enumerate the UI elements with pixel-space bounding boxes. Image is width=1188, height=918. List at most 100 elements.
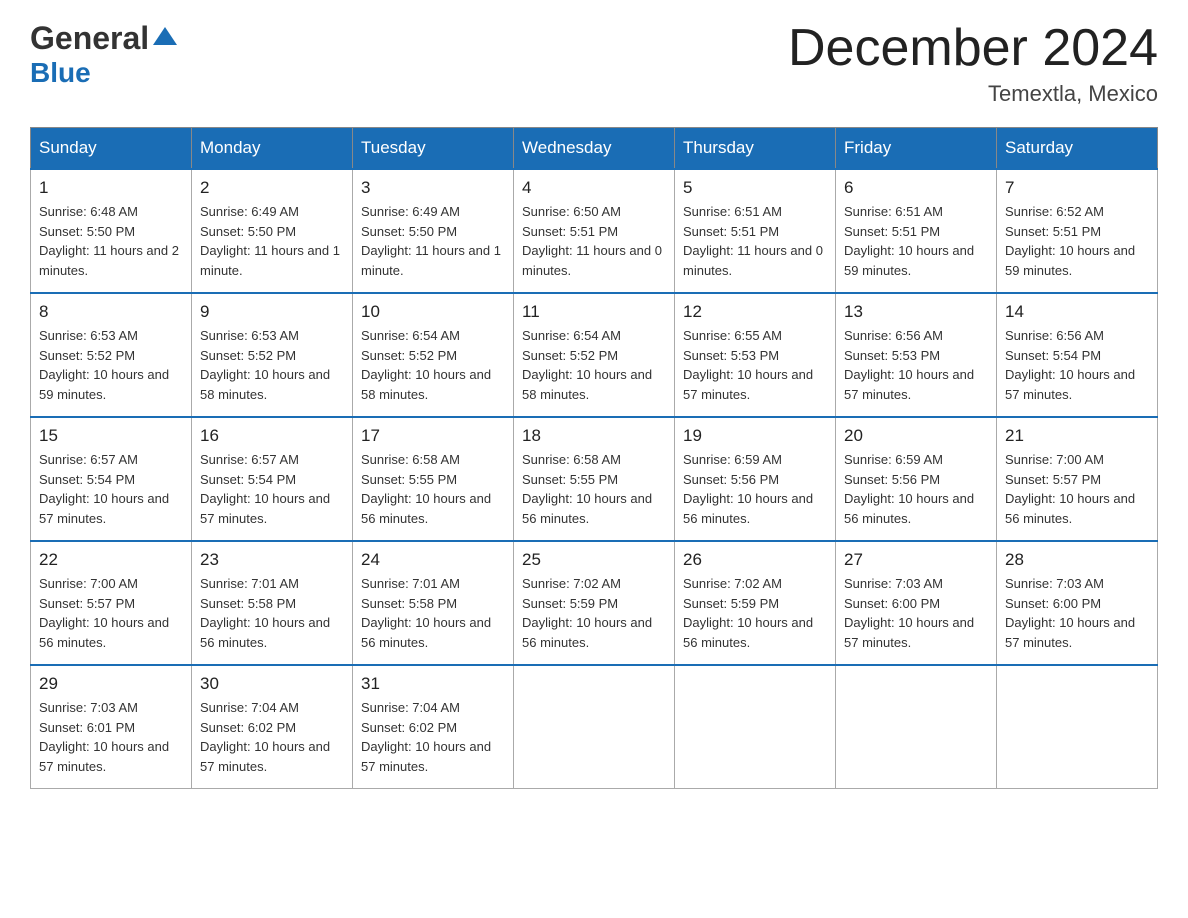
day-info: Sunrise: 6:51 AMSunset: 5:51 PMDaylight:…	[844, 202, 988, 280]
day-info: Sunrise: 6:54 AMSunset: 5:52 PMDaylight:…	[361, 326, 505, 404]
week-row-2: 8 Sunrise: 6:53 AMSunset: 5:52 PMDayligh…	[31, 293, 1158, 417]
calendar-cell: 23 Sunrise: 7:01 AMSunset: 5:58 PMDaylig…	[192, 541, 353, 665]
weekday-header-friday: Friday	[836, 128, 997, 170]
day-number: 11	[522, 302, 666, 322]
calendar-cell: 29 Sunrise: 7:03 AMSunset: 6:01 PMDaylig…	[31, 665, 192, 789]
day-number: 9	[200, 302, 344, 322]
calendar-cell: 16 Sunrise: 6:57 AMSunset: 5:54 PMDaylig…	[192, 417, 353, 541]
calendar-cell: 21 Sunrise: 7:00 AMSunset: 5:57 PMDaylig…	[997, 417, 1158, 541]
day-info: Sunrise: 6:53 AMSunset: 5:52 PMDaylight:…	[39, 326, 183, 404]
calendar-cell: 14 Sunrise: 6:56 AMSunset: 5:54 PMDaylig…	[997, 293, 1158, 417]
calendar-cell: 13 Sunrise: 6:56 AMSunset: 5:53 PMDaylig…	[836, 293, 997, 417]
day-number: 10	[361, 302, 505, 322]
calendar-cell	[675, 665, 836, 789]
calendar-cell: 1 Sunrise: 6:48 AMSunset: 5:50 PMDayligh…	[31, 169, 192, 293]
day-number: 21	[1005, 426, 1149, 446]
calendar-cell: 9 Sunrise: 6:53 AMSunset: 5:52 PMDayligh…	[192, 293, 353, 417]
weekday-header-sunday: Sunday	[31, 128, 192, 170]
calendar-cell: 27 Sunrise: 7:03 AMSunset: 6:00 PMDaylig…	[836, 541, 997, 665]
day-number: 20	[844, 426, 988, 446]
day-info: Sunrise: 7:03 AMSunset: 6:00 PMDaylight:…	[844, 574, 988, 652]
weekday-header-thursday: Thursday	[675, 128, 836, 170]
calendar-table: SundayMondayTuesdayWednesdayThursdayFrid…	[30, 127, 1158, 789]
day-info: Sunrise: 7:02 AMSunset: 5:59 PMDaylight:…	[522, 574, 666, 652]
day-info: Sunrise: 7:01 AMSunset: 5:58 PMDaylight:…	[200, 574, 344, 652]
day-number: 7	[1005, 178, 1149, 198]
day-number: 16	[200, 426, 344, 446]
day-number: 31	[361, 674, 505, 694]
day-info: Sunrise: 7:03 AMSunset: 6:00 PMDaylight:…	[1005, 574, 1149, 652]
day-info: Sunrise: 7:02 AMSunset: 5:59 PMDaylight:…	[683, 574, 827, 652]
calendar-cell: 6 Sunrise: 6:51 AMSunset: 5:51 PMDayligh…	[836, 169, 997, 293]
calendar-cell: 25 Sunrise: 7:02 AMSunset: 5:59 PMDaylig…	[514, 541, 675, 665]
calendar-cell: 26 Sunrise: 7:02 AMSunset: 5:59 PMDaylig…	[675, 541, 836, 665]
calendar-cell: 8 Sunrise: 6:53 AMSunset: 5:52 PMDayligh…	[31, 293, 192, 417]
calendar-cell: 22 Sunrise: 7:00 AMSunset: 5:57 PMDaylig…	[31, 541, 192, 665]
day-number: 30	[200, 674, 344, 694]
day-info: Sunrise: 7:01 AMSunset: 5:58 PMDaylight:…	[361, 574, 505, 652]
day-info: Sunrise: 6:58 AMSunset: 5:55 PMDaylight:…	[361, 450, 505, 528]
logo: General Blue	[30, 20, 179, 89]
day-info: Sunrise: 6:48 AMSunset: 5:50 PMDaylight:…	[39, 202, 183, 280]
calendar-cell: 4 Sunrise: 6:50 AMSunset: 5:51 PMDayligh…	[514, 169, 675, 293]
day-number: 5	[683, 178, 827, 198]
day-info: Sunrise: 7:04 AMSunset: 6:02 PMDaylight:…	[361, 698, 505, 776]
day-info: Sunrise: 6:56 AMSunset: 5:53 PMDaylight:…	[844, 326, 988, 404]
day-number: 12	[683, 302, 827, 322]
day-info: Sunrise: 7:03 AMSunset: 6:01 PMDaylight:…	[39, 698, 183, 776]
title-section: December 2024 Temextla, Mexico	[788, 20, 1158, 107]
calendar-cell: 10 Sunrise: 6:54 AMSunset: 5:52 PMDaylig…	[353, 293, 514, 417]
day-number: 26	[683, 550, 827, 570]
day-info: Sunrise: 6:53 AMSunset: 5:52 PMDaylight:…	[200, 326, 344, 404]
calendar-cell: 30 Sunrise: 7:04 AMSunset: 6:02 PMDaylig…	[192, 665, 353, 789]
day-number: 27	[844, 550, 988, 570]
week-row-1: 1 Sunrise: 6:48 AMSunset: 5:50 PMDayligh…	[31, 169, 1158, 293]
weekday-header-tuesday: Tuesday	[353, 128, 514, 170]
day-number: 25	[522, 550, 666, 570]
calendar-cell: 2 Sunrise: 6:49 AMSunset: 5:50 PMDayligh…	[192, 169, 353, 293]
calendar-cell: 20 Sunrise: 6:59 AMSunset: 5:56 PMDaylig…	[836, 417, 997, 541]
weekday-header-wednesday: Wednesday	[514, 128, 675, 170]
day-info: Sunrise: 6:52 AMSunset: 5:51 PMDaylight:…	[1005, 202, 1149, 280]
week-row-4: 22 Sunrise: 7:00 AMSunset: 5:57 PMDaylig…	[31, 541, 1158, 665]
day-number: 15	[39, 426, 183, 446]
day-number: 17	[361, 426, 505, 446]
day-info: Sunrise: 6:56 AMSunset: 5:54 PMDaylight:…	[1005, 326, 1149, 404]
day-info: Sunrise: 6:59 AMSunset: 5:56 PMDaylight:…	[844, 450, 988, 528]
calendar-cell	[514, 665, 675, 789]
logo-general-text: General	[30, 20, 149, 57]
day-number: 24	[361, 550, 505, 570]
day-number: 4	[522, 178, 666, 198]
day-number: 28	[1005, 550, 1149, 570]
calendar-cell: 17 Sunrise: 6:58 AMSunset: 5:55 PMDaylig…	[353, 417, 514, 541]
weekday-header-monday: Monday	[192, 128, 353, 170]
day-info: Sunrise: 7:04 AMSunset: 6:02 PMDaylight:…	[200, 698, 344, 776]
page-header: General Blue December 2024 Temextla, Mex…	[30, 20, 1158, 107]
day-number: 29	[39, 674, 183, 694]
day-info: Sunrise: 6:51 AMSunset: 5:51 PMDaylight:…	[683, 202, 827, 280]
calendar-cell: 5 Sunrise: 6:51 AMSunset: 5:51 PMDayligh…	[675, 169, 836, 293]
day-number: 19	[683, 426, 827, 446]
day-info: Sunrise: 6:55 AMSunset: 5:53 PMDaylight:…	[683, 326, 827, 404]
day-number: 6	[844, 178, 988, 198]
day-number: 14	[1005, 302, 1149, 322]
day-info: Sunrise: 6:50 AMSunset: 5:51 PMDaylight:…	[522, 202, 666, 280]
day-info: Sunrise: 6:49 AMSunset: 5:50 PMDaylight:…	[200, 202, 344, 280]
month-title: December 2024	[788, 20, 1158, 77]
week-row-3: 15 Sunrise: 6:57 AMSunset: 5:54 PMDaylig…	[31, 417, 1158, 541]
day-info: Sunrise: 6:54 AMSunset: 5:52 PMDaylight:…	[522, 326, 666, 404]
calendar-cell: 19 Sunrise: 6:59 AMSunset: 5:56 PMDaylig…	[675, 417, 836, 541]
day-number: 8	[39, 302, 183, 322]
weekday-header-row: SundayMondayTuesdayWednesdayThursdayFrid…	[31, 128, 1158, 170]
calendar-cell: 7 Sunrise: 6:52 AMSunset: 5:51 PMDayligh…	[997, 169, 1158, 293]
day-info: Sunrise: 7:00 AMSunset: 5:57 PMDaylight:…	[39, 574, 183, 652]
calendar-cell: 15 Sunrise: 6:57 AMSunset: 5:54 PMDaylig…	[31, 417, 192, 541]
day-number: 18	[522, 426, 666, 446]
weekday-header-saturday: Saturday	[997, 128, 1158, 170]
day-number: 2	[200, 178, 344, 198]
day-info: Sunrise: 6:49 AMSunset: 5:50 PMDaylight:…	[361, 202, 505, 280]
logo-triangle-icon	[151, 23, 179, 51]
calendar-cell	[836, 665, 997, 789]
calendar-cell: 31 Sunrise: 7:04 AMSunset: 6:02 PMDaylig…	[353, 665, 514, 789]
calendar-cell	[997, 665, 1158, 789]
